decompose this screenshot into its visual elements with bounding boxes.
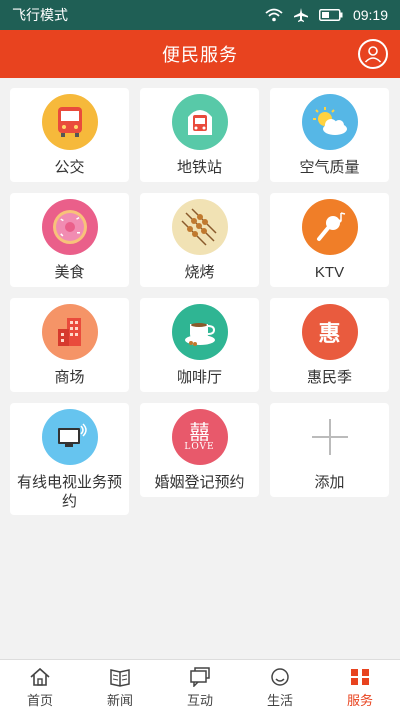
tile-label: 烧烤: [184, 264, 215, 281]
service-tile-subway[interactable]: 地铁站: [140, 88, 259, 182]
tile-label: 添加: [314, 474, 345, 491]
nav-tab-label: 服务: [346, 692, 373, 708]
home-icon: [30, 667, 50, 686]
chat-icon: [190, 666, 210, 687]
nav-tab-home[interactable]: 首页: [0, 660, 80, 715]
service-tile-barbecue[interactable]: 烧烤: [140, 193, 259, 287]
status-icons: 09:19: [265, 7, 388, 23]
nav-tab-service[interactable]: 服务: [320, 660, 400, 715]
subway-icon: [171, 94, 228, 150]
bus-icon: [41, 94, 98, 150]
service-icon: [351, 668, 369, 685]
airplane-icon: [293, 7, 309, 23]
love-badge-text: LOVE: [184, 442, 215, 452]
service-tile-cafe[interactable]: 咖啡厅: [140, 298, 259, 392]
nav-tab-label: 互动: [186, 692, 213, 708]
clock: 09:19: [352, 7, 388, 23]
airplane-mode-text: 飞行模式: [12, 7, 68, 23]
tile-label: 地铁站: [176, 159, 222, 176]
service-tile-add[interactable]: 添加: [270, 403, 389, 497]
plus-icon: [302, 409, 358, 465]
wifi-icon: [265, 8, 283, 22]
nav-tab-life[interactable]: 生活: [240, 660, 320, 715]
user-icon: [364, 46, 382, 63]
wedding-icon: 囍 LOVE: [171, 409, 228, 465]
nav-tab-label: 新闻: [106, 692, 133, 708]
tile-label: KTV: [314, 264, 345, 281]
service-tile-huimin[interactable]: 惠 惠民季: [270, 298, 389, 392]
tv-icon: [41, 409, 98, 465]
service-tile-ktv[interactable]: KTV: [270, 193, 389, 287]
page-title: 便民服务: [162, 45, 238, 65]
tile-label: 惠民季: [306, 369, 352, 386]
status-bar: 飞行模式 09:19: [0, 0, 400, 30]
tile-label: 空气质量: [299, 159, 360, 176]
nav-tab-label: 生活: [266, 692, 293, 708]
bottom-nav: 首页 新闻 互动 生活 服务: [0, 659, 400, 715]
tile-label: 婚姻登记预约: [154, 474, 245, 491]
tile-label: 商场: [54, 369, 85, 386]
weather-icon: [301, 94, 358, 150]
tile-label: 美食: [54, 264, 85, 281]
service-tile-air-quality[interactable]: 空气质量: [270, 88, 389, 182]
xi-badge-text: 囍: [189, 420, 210, 444]
battery-icon: [318, 9, 343, 21]
hui-badge-icon: 惠: [301, 304, 358, 360]
mall-building-icon: [41, 304, 98, 360]
page-header: 便民服务: [0, 30, 400, 78]
hui-badge-text: 惠: [318, 321, 341, 347]
service-tile-mall[interactable]: 商场: [10, 298, 129, 392]
service-tile-cable-tv[interactable]: 有线电视业务预约: [10, 403, 129, 515]
tile-label: 有线电视业务预约: [16, 474, 122, 510]
tile-label: 咖啡厅: [176, 369, 222, 386]
service-tile-bus[interactable]: 公交: [10, 88, 129, 182]
service-tile-marriage[interactable]: 囍 LOVE 婚姻登记预约: [140, 403, 259, 497]
life-icon: [271, 667, 289, 686]
service-tile-food[interactable]: 美食: [10, 193, 129, 287]
nav-tab-label: 首页: [26, 692, 53, 708]
news-icon: [110, 668, 130, 687]
coffee-icon: [171, 304, 228, 360]
nav-tab-interact[interactable]: 互动: [160, 660, 240, 715]
barbecue-icon: [171, 199, 228, 255]
microphone-icon: [301, 199, 358, 255]
donut-icon: [41, 199, 98, 255]
nav-tab-news[interactable]: 新闻: [80, 660, 160, 715]
tile-label: 公交: [54, 159, 85, 176]
service-grid: 公交 地铁站 空气质量 美食 烧烤 KTV 商场 咖啡厅 惠 惠民季 有线电视业…: [10, 88, 390, 515]
user-profile-button[interactable]: [358, 39, 388, 69]
